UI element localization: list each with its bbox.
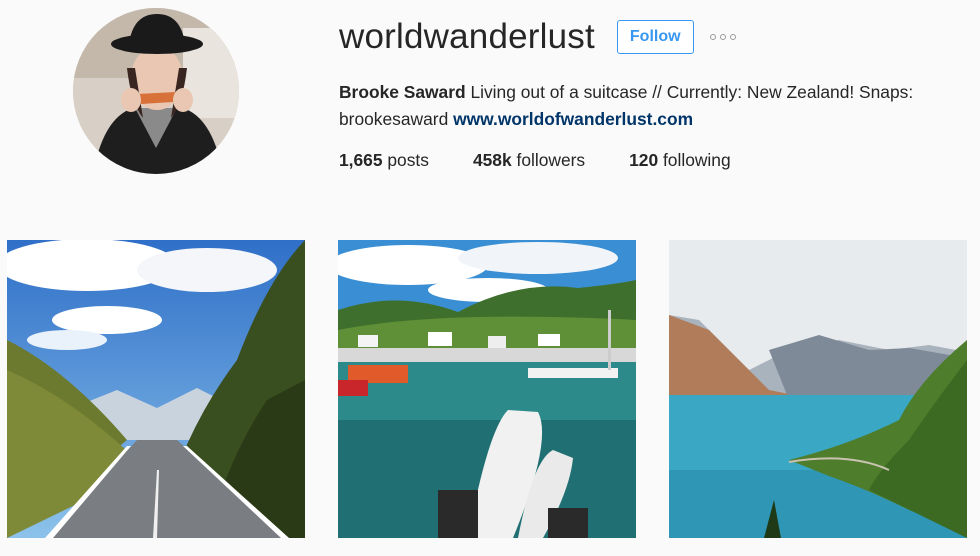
post-thumbnail-lake[interactable]: [669, 240, 967, 538]
post-thumbnail-harbour[interactable]: [338, 240, 636, 538]
avatar[interactable]: [73, 8, 239, 174]
following-label: following: [662, 150, 731, 170]
profile-header: worldwanderlust Follow Brooke Saward Liv…: [339, 16, 959, 171]
post-image: [7, 240, 305, 538]
profile-photo: [73, 8, 239, 174]
posts-count: 1,665: [339, 150, 383, 170]
post-image: [669, 240, 967, 538]
following-stat[interactable]: 120 following: [629, 150, 731, 171]
username: worldwanderlust: [339, 17, 595, 56]
profile-stats: 1,665 posts 458k followers 120 following: [339, 150, 959, 171]
website-link[interactable]: www.worldofwanderlust.com: [453, 109, 693, 129]
more-options-icon[interactable]: [709, 27, 736, 47]
follow-button[interactable]: Follow: [616, 20, 694, 54]
post-image: [338, 240, 636, 538]
dot-icon: [719, 34, 726, 40]
dot-icon: [709, 34, 716, 40]
post-grid: [7, 240, 967, 538]
post-thumbnail-road[interactable]: [7, 240, 305, 538]
followers-label: followers: [516, 150, 586, 170]
followers-stat[interactable]: 458k followers: [473, 150, 585, 171]
following-count: 120: [629, 150, 659, 170]
dot-icon: [729, 34, 736, 40]
full-name: Brooke Saward: [339, 82, 466, 102]
profile-title-row: worldwanderlust Follow: [339, 16, 959, 58]
posts-label: posts: [387, 150, 429, 170]
followers-count: 458k: [472, 150, 512, 170]
profile-bio: Brooke Saward Living out of a suitcase /…: [339, 79, 949, 133]
posts-stat: 1,665 posts: [339, 150, 429, 171]
